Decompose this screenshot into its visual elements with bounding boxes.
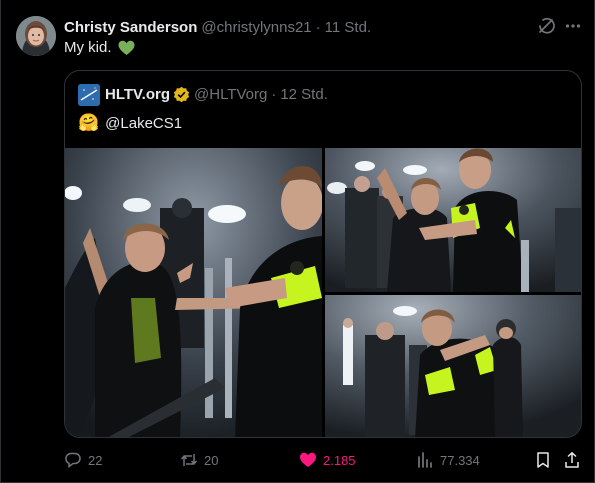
like-button[interactable]: 2.185 — [299, 450, 356, 470]
retweet-button[interactable]: 20 — [180, 450, 218, 470]
quote-header: HLTV.org @HLTVorg · 12 Std. — [105, 86, 328, 103]
retweet-icon — [180, 454, 198, 466]
photo-3[interactable] — [325, 295, 581, 437]
grok-icon[interactable] — [537, 17, 555, 35]
verified-gold-icon — [173, 86, 190, 103]
tweet-body: My kid. — [64, 39, 112, 56]
tweet-container[interactable]: Christy Sanderson @christylynns21 · 11 S… — [0, 0, 595, 483]
mention-link[interactable]: @LakeCS1 — [105, 115, 182, 132]
reply-count: 22 — [88, 452, 103, 468]
like-count: 2.185 — [323, 452, 356, 468]
like-icon — [300, 452, 316, 467]
tweet-header: Christy Sanderson @christylynns21 · 11 S… — [64, 17, 371, 37]
green-heart-icon — [118, 40, 135, 56]
views-icon — [418, 452, 432, 468]
share-button[interactable] — [563, 450, 587, 470]
tweet-text: My kid. — [64, 39, 135, 56]
more-icon[interactable] — [564, 17, 582, 35]
avatar[interactable] — [16, 16, 56, 56]
quote-text: 🤗 @LakeCS1 — [78, 113, 182, 133]
hltv-logo[interactable] — [78, 84, 100, 106]
views-button[interactable]: 77.334 — [416, 450, 480, 470]
media-grid — [65, 148, 581, 437]
quote-time[interactable]: 12 Std. — [280, 86, 328, 103]
quote-author-handle[interactable]: @HLTVorg — [194, 86, 267, 103]
bookmark-icon — [537, 452, 549, 468]
quoted-tweet[interactable]: HLTV.org @HLTVorg · 12 Std. 🤗 @LakeCS1 — [64, 70, 582, 438]
tweet-time[interactable]: 11 Std. — [325, 19, 371, 36]
quote-author-name[interactable]: HLTV.org — [105, 86, 170, 103]
share-icon — [565, 452, 579, 468]
hugging-face-emoji: 🤗 — [78, 113, 100, 132]
separator-dot: · — [271, 86, 277, 103]
bookmark-button[interactable] — [534, 450, 558, 470]
views-count: 77.334 — [440, 452, 480, 468]
photo-2[interactable] — [325, 148, 581, 292]
retweet-count: 20 — [204, 452, 219, 468]
reply-icon — [65, 452, 81, 468]
author-name[interactable]: Christy Sanderson — [64, 19, 197, 36]
separator-dot: · — [315, 18, 321, 36]
photo-1[interactable] — [65, 148, 322, 437]
author-handle[interactable]: @christylynns21 — [201, 19, 311, 36]
action-bar: 22 20 2.185 77.334 — [64, 450, 584, 472]
reply-button[interactable]: 22 — [64, 450, 102, 470]
